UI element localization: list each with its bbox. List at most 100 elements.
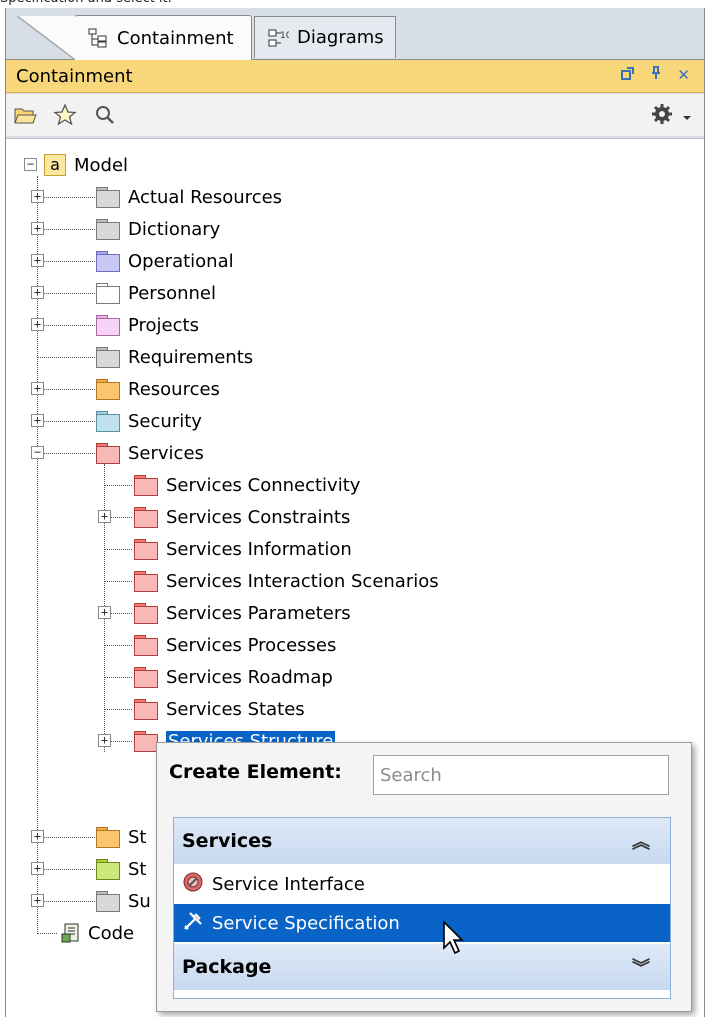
tree-node-security[interactable]: Security <box>96 405 202 437</box>
tree-node-services-processes[interactable]: Services Processes <box>134 629 336 661</box>
tree-node-label: St <box>128 826 147 848</box>
containment-window: Containment 10 Diagrams Containment ✕ − … <box>5 8 705 1017</box>
tree-node-label: Dictionary <box>128 218 221 240</box>
tree-expand-toggle[interactable]: + <box>31 254 44 267</box>
tree-node-personnel[interactable]: Personnel <box>96 277 216 309</box>
service-interface-icon <box>182 871 204 898</box>
folder-icon <box>96 379 120 400</box>
folder-icon <box>96 347 120 368</box>
tree-expand-toggle[interactable]: + <box>98 734 111 747</box>
tree-expand-toggle[interactable]: + <box>31 414 44 427</box>
tree-node-resources[interactable]: Resources <box>96 373 220 405</box>
search-input[interactable] <box>373 755 669 795</box>
tree-node-partial-0[interactable]: St <box>96 821 146 853</box>
folder-icon <box>96 187 120 208</box>
diagrams-icon: 10 <box>267 27 292 49</box>
search-icon[interactable] <box>92 102 118 128</box>
tree-node-label: Personnel <box>128 282 216 304</box>
tree-node-requirements[interactable]: Requirements <box>96 341 253 373</box>
dropdown-icon[interactable] <box>682 106 692 127</box>
star-icon[interactable] <box>52 102 78 128</box>
folder-icon <box>134 571 158 592</box>
tree-node-model[interactable]: a Model <box>44 149 128 181</box>
category-package[interactable]: Package ︾ <box>174 944 670 990</box>
tree-node-operational[interactable]: Operational <box>96 245 234 277</box>
folder-icon <box>134 667 158 688</box>
tree-node-label: Services Interaction Scenarios <box>166 570 439 592</box>
tree-expand-toggle[interactable]: + <box>31 830 44 843</box>
tree-node-label: Services Roadmap <box>166 666 333 688</box>
folder-icon <box>96 219 120 240</box>
list-item-service-specification[interactable]: Service Specification <box>174 904 670 942</box>
folder-icon <box>96 827 120 848</box>
folder-icon <box>96 315 120 336</box>
tree-collapse-toggle[interactable]: − <box>31 446 44 459</box>
tree-expand-toggle[interactable]: + <box>31 190 44 203</box>
tree-node-services-parameters[interactable]: Services Parameters <box>134 597 351 629</box>
tab-strip: Containment 10 Diagrams <box>6 8 704 60</box>
folder-icon <box>134 603 158 624</box>
list-item-label: Service Interface <box>212 873 365 895</box>
mouse-pointer-icon <box>442 920 468 961</box>
tree-expand-toggle[interactable]: + <box>98 510 111 523</box>
open-folder-icon[interactable] <box>12 102 38 128</box>
category-label: Services <box>182 830 273 852</box>
tree-node-label: Services Parameters <box>166 602 351 624</box>
close-icon[interactable]: ✕ <box>677 66 690 84</box>
folder-icon <box>134 539 158 560</box>
folder-icon <box>96 411 120 432</box>
create-element-header: Create Element: <box>169 761 342 783</box>
element-list: Services ︽ Service Interface Service Spe… <box>173 817 671 999</box>
tree-node-actual-resources[interactable]: Actual Resources <box>96 181 282 213</box>
folder-icon <box>134 507 158 528</box>
tree-node-label: Services Information <box>166 538 352 560</box>
tree-node-label: Su <box>128 890 151 912</box>
tree-expand-toggle[interactable]: + <box>31 286 44 299</box>
service-specification-icon <box>182 910 204 937</box>
list-item-service-interface[interactable]: Service Interface <box>174 865 670 903</box>
folder-icon <box>96 251 120 272</box>
model-icon: a <box>44 154 66 176</box>
tree-node-label: Actual Resources <box>128 186 283 208</box>
expand-chevron-icon[interactable]: ︾ <box>632 954 650 980</box>
tree-node-services-roadmap[interactable]: Services Roadmap <box>134 661 333 693</box>
folder-icon <box>96 859 120 880</box>
category-label: Package <box>182 956 272 978</box>
tree-node-services-interaction-scenarios[interactable]: Services Interaction Scenarios <box>134 565 439 597</box>
tree-node-services-connectivity[interactable]: Services Connectivity <box>134 469 360 501</box>
tree-node-label: Operational <box>128 250 234 272</box>
pin-icon[interactable] <box>649 66 663 84</box>
tab-containment[interactable]: Containment <box>17 15 252 60</box>
gear-icon[interactable] <box>650 102 674 131</box>
tree-node-label: St <box>128 858 147 880</box>
collapse-chevron-icon[interactable]: ︽ <box>632 828 650 854</box>
tree-collapse-toggle[interactable]: − <box>24 158 37 171</box>
tree-expand-toggle[interactable]: + <box>31 222 44 235</box>
tree-node-partial-1[interactable]: St <box>96 853 146 885</box>
tree-expand-toggle[interactable]: + <box>31 862 44 875</box>
tree-node-code[interactable]: Code <box>60 917 134 949</box>
tree-expand-toggle[interactable]: + <box>31 318 44 331</box>
tree-node-label: Services Processes <box>166 634 337 656</box>
tab-diagrams[interactable]: 10 Diagrams <box>254 16 396 58</box>
tree-node-dictionary[interactable]: Dictionary <box>96 213 220 245</box>
category-services[interactable]: Services ︽ <box>174 818 670 864</box>
float-icon[interactable] <box>621 66 635 84</box>
tree-node-projects[interactable]: Projects <box>96 309 199 341</box>
folder-icon <box>96 891 120 912</box>
tree-node-services-information[interactable]: Services Information <box>134 533 352 565</box>
tree-expand-toggle[interactable]: + <box>31 382 44 395</box>
tree-node-label: Services States <box>166 698 305 720</box>
tree-expand-toggle[interactable]: + <box>98 606 111 619</box>
tab-containment-label: Containment <box>117 27 234 49</box>
tree-node-services-states[interactable]: Services States <box>134 693 305 725</box>
tree-expand-toggle[interactable]: + <box>31 894 44 907</box>
tree-node-services[interactable]: Services <box>96 437 204 469</box>
panel-toolbar <box>6 94 704 136</box>
svg-text:10: 10 <box>280 31 289 41</box>
folder-icon <box>134 699 158 720</box>
tree-node-label: Model <box>74 154 129 176</box>
folder-icon <box>96 443 120 464</box>
tree-node-partial-2[interactable]: Su <box>96 885 151 917</box>
tree-node-services-constraints[interactable]: Services Constraints <box>134 501 350 533</box>
